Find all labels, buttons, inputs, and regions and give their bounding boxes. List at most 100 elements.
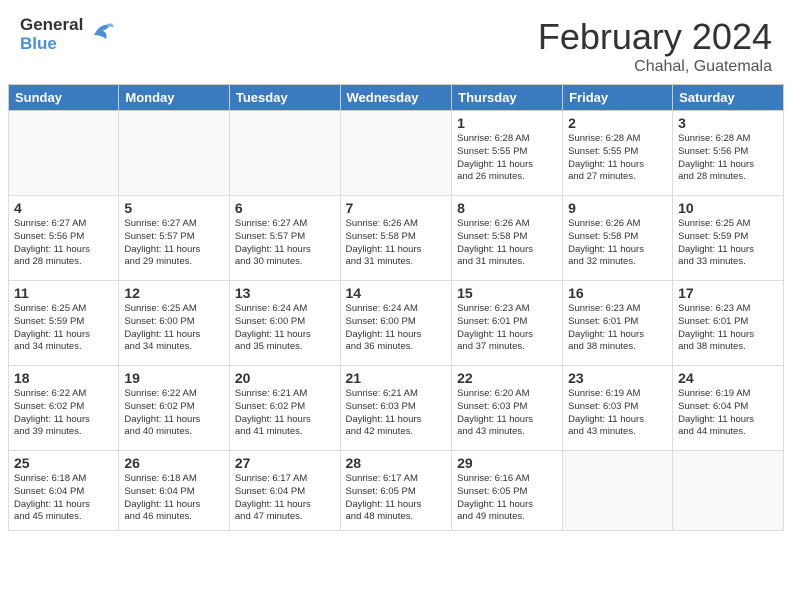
title-block: February 2024 Chahal, Guatemala	[538, 16, 772, 76]
day-number: 16	[568, 285, 667, 301]
day-number: 27	[235, 455, 335, 471]
calendar-week-1: 1 Sunrise: 6:28 AMSunset: 5:55 PMDaylight…	[9, 111, 784, 196]
cell-detail: Sunrise: 6:17 AMSunset: 6:05 PMDaylight:…	[346, 473, 447, 524]
calendar-cell: 27 Sunrise: 6:17 AMSunset: 6:04 PMDayligh…	[229, 451, 340, 531]
weekday-header-tuesday: Tuesday	[229, 85, 340, 111]
calendar-week-4: 18 Sunrise: 6:22 AMSunset: 6:02 PMDayligh…	[9, 366, 784, 451]
calendar-cell	[563, 451, 673, 531]
day-number: 9	[568, 200, 667, 216]
calendar-cell: 26Sunrise: 6:18 AMSunset: 6:04 PMDayligh…	[119, 451, 230, 531]
day-number: 24	[678, 370, 778, 386]
day-number: 4	[14, 200, 113, 216]
weekday-header-wednesday: Wednesday	[340, 85, 452, 111]
logo-text: General Blue	[20, 16, 83, 53]
cell-detail: Sunrise: 6:27 AMSunset: 5:57 PMDaylight:…	[235, 218, 335, 269]
calendar-cell: 16 Sunrise: 6:23 AMSunset: 6:01 PMDayligh…	[563, 281, 673, 366]
day-number: 20	[235, 370, 335, 386]
calendar-week-2: 4 Sunrise: 6:27 AMSunset: 5:56 PMDaylight…	[9, 196, 784, 281]
calendar-cell: 23 Sunrise: 6:19 AMSunset: 6:03 PMDayligh…	[563, 366, 673, 451]
calendar-cell: 21Sunrise: 6:21 AMSunset: 6:03 PMDayligh…	[340, 366, 452, 451]
day-number: 8	[457, 200, 557, 216]
calendar-cell	[119, 111, 230, 196]
calendar-cell: 14 Sunrise: 6:24 AMSunset: 6:00 PMDayligh…	[340, 281, 452, 366]
calendar-cell: 7 Sunrise: 6:26 AMSunset: 5:58 PMDaylight…	[340, 196, 452, 281]
day-number: 17	[678, 285, 778, 301]
cell-detail: Sunrise: 6:27 AMSunset: 5:56 PMDaylight:…	[14, 218, 113, 269]
weekday-header-monday: Monday	[119, 85, 230, 111]
day-number: 21	[346, 370, 447, 386]
cell-detail: Sunrise: 6:17 AMSunset: 6:04 PMDaylight:…	[235, 473, 335, 524]
cell-detail: Sunrise: 6:21 AMSunset: 6:02 PMDaylight:…	[235, 388, 335, 439]
day-number: 11	[14, 285, 113, 301]
calendar-cell	[229, 111, 340, 196]
day-number: 5	[124, 200, 224, 216]
calendar-cell: 15Sunrise: 6:23 AMSunset: 6:01 PMDayligh…	[452, 281, 563, 366]
calendar-cell	[9, 111, 119, 196]
calendar-cell: 18Sunrise: 6:22 AMSunset: 6:02 PMDayligh…	[9, 366, 119, 451]
cell-detail: Sunrise: 6:19 AMSunset: 6:04 PMDaylight:…	[678, 388, 778, 439]
day-number: 29	[457, 455, 557, 471]
cell-detail: Sunrise: 6:26 AMSunset: 5:58 PMDaylight:…	[346, 218, 447, 269]
day-number: 7	[346, 200, 447, 216]
calendar-cell: 1 Sunrise: 6:28 AMSunset: 5:55 PMDaylight…	[452, 111, 563, 196]
calendar-cell: 29 Sunrise: 6:16 AMSunset: 6:05 PMDayligh…	[452, 451, 563, 531]
logo-blue-text: Blue	[20, 35, 83, 54]
cell-detail: Sunrise: 6:25 AMSunset: 5:59 PMDaylight:…	[14, 303, 113, 354]
calendar-cell	[340, 111, 452, 196]
day-number: 6	[235, 200, 335, 216]
cell-detail: Sunrise: 6:20 AMSunset: 6:03 PMDaylight:…	[457, 388, 557, 439]
calendar-table: SundayMondayTuesdayWednesdayThursdayFrid…	[8, 84, 784, 531]
cell-detail: Sunrise: 6:28 AMSunset: 5:55 PMDaylight:…	[568, 133, 667, 184]
cell-detail: Sunrise: 6:28 AMSunset: 5:55 PMDaylight:…	[457, 133, 557, 184]
day-number: 28	[346, 455, 447, 471]
day-number: 25	[14, 455, 113, 471]
month-year-title: February 2024	[538, 16, 772, 58]
calendar-cell: 17 Sunrise: 6:23 AMSunset: 6:01 PMDayligh…	[673, 281, 784, 366]
cell-detail: Sunrise: 6:18 AMSunset: 6:04 PMDaylight:…	[14, 473, 113, 524]
cell-detail: Sunrise: 6:19 AMSunset: 6:03 PMDaylight:…	[568, 388, 667, 439]
calendar-cell: 20 Sunrise: 6:21 AMSunset: 6:02 PMDayligh…	[229, 366, 340, 451]
weekday-header-saturday: Saturday	[673, 85, 784, 111]
day-number: 3	[678, 115, 778, 131]
weekday-header-thursday: Thursday	[452, 85, 563, 111]
cell-detail: Sunrise: 6:25 AMSunset: 6:00 PMDaylight:…	[124, 303, 224, 354]
calendar-cell: 24 Sunrise: 6:19 AMSunset: 6:04 PMDayligh…	[673, 366, 784, 451]
cell-detail: Sunrise: 6:26 AMSunset: 5:58 PMDaylight:…	[568, 218, 667, 269]
day-number: 23	[568, 370, 667, 386]
calendar-cell: 9 Sunrise: 6:26 AMSunset: 5:58 PMDaylight…	[563, 196, 673, 281]
calendar-cell: 12 Sunrise: 6:25 AMSunset: 6:00 PMDayligh…	[119, 281, 230, 366]
day-number: 12	[124, 285, 224, 301]
cell-detail: Sunrise: 6:26 AMSunset: 5:58 PMDaylight:…	[457, 218, 557, 269]
cell-detail: Sunrise: 6:23 AMSunset: 6:01 PMDaylight:…	[678, 303, 778, 354]
calendar-cell: 25 Sunrise: 6:18 AMSunset: 6:04 PMDayligh…	[9, 451, 119, 531]
calendar-week-3: 11 Sunrise: 6:25 AMSunset: 5:59 PMDayligh…	[9, 281, 784, 366]
day-number: 1	[457, 115, 557, 131]
cell-detail: Sunrise: 6:27 AMSunset: 5:57 PMDaylight:…	[124, 218, 224, 269]
day-number: 19	[124, 370, 224, 386]
location-subtitle: Chahal, Guatemala	[538, 58, 772, 76]
calendar-cell: 3Sunrise: 6:28 AMSunset: 5:56 PMDaylight…	[673, 111, 784, 196]
day-number: 18	[14, 370, 113, 386]
day-number: 22	[457, 370, 557, 386]
day-number: 26	[124, 455, 224, 471]
logo-bird-icon	[86, 17, 116, 52]
calendar-cell: 19 Sunrise: 6:22 AMSunset: 6:02 PMDayligh…	[119, 366, 230, 451]
cell-detail: Sunrise: 6:22 AMSunset: 6:02 PMDaylight:…	[124, 388, 224, 439]
cell-detail: Sunrise: 6:24 AMSunset: 6:00 PMDaylight:…	[346, 303, 447, 354]
cell-detail: Sunrise: 6:16 AMSunset: 6:05 PMDaylight:…	[457, 473, 557, 524]
calendar-cell: 5 Sunrise: 6:27 AMSunset: 5:57 PMDaylight…	[119, 196, 230, 281]
weekday-header-sunday: Sunday	[9, 85, 119, 111]
calendar-cell: 10Sunrise: 6:25 AMSunset: 5:59 PMDayligh…	[673, 196, 784, 281]
cell-detail: Sunrise: 6:24 AMSunset: 6:00 PMDaylight:…	[235, 303, 335, 354]
weekday-header-friday: Friday	[563, 85, 673, 111]
day-number: 14	[346, 285, 447, 301]
day-number: 2	[568, 115, 667, 131]
cell-detail: Sunrise: 6:23 AMSunset: 6:01 PMDaylight:…	[568, 303, 667, 354]
calendar-cell: 11 Sunrise: 6:25 AMSunset: 5:59 PMDayligh…	[9, 281, 119, 366]
calendar-cell: 6 Sunrise: 6:27 AMSunset: 5:57 PMDaylight…	[229, 196, 340, 281]
calendar-cell: 13Sunrise: 6:24 AMSunset: 6:00 PMDayligh…	[229, 281, 340, 366]
calendar-cell: 2 Sunrise: 6:28 AMSunset: 5:55 PMDaylight…	[563, 111, 673, 196]
calendar-cell: 22 Sunrise: 6:20 AMSunset: 6:03 PMDayligh…	[452, 366, 563, 451]
weekday-header-row: SundayMondayTuesdayWednesdayThursdayFrid…	[9, 85, 784, 111]
page-header: General Blue February 2024 Chahal, Guate…	[0, 0, 792, 84]
